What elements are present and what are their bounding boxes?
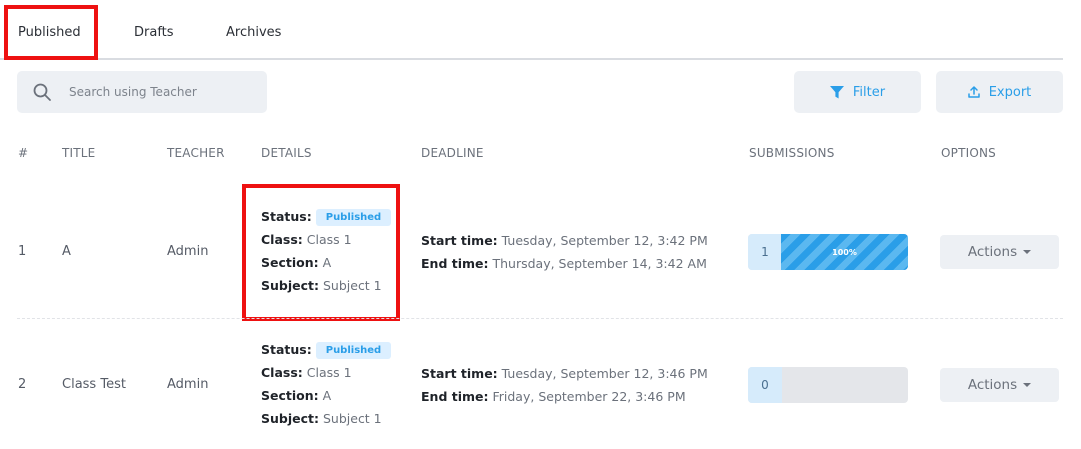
end-label: End time: xyxy=(421,389,489,404)
submissions-count: 1 xyxy=(748,234,782,270)
end-label: End time: xyxy=(421,256,489,271)
row-teacher: Admin xyxy=(167,377,209,392)
row-title: A xyxy=(62,244,71,259)
detail-section: Section: A xyxy=(261,388,331,403)
row-index: 2 xyxy=(18,377,27,392)
column-header-deadline: DEADLINE xyxy=(421,146,484,160)
subject-label: Subject: xyxy=(261,411,319,426)
status-label: Status: xyxy=(261,342,312,357)
filter-icon xyxy=(829,85,844,98)
end-value: Friday, September 22, 3:46 PM xyxy=(492,389,686,404)
column-header-submissions: SUBMISSIONS xyxy=(749,146,835,160)
highlight-box-published-tab xyxy=(4,5,98,60)
row-title: Class Test xyxy=(62,377,126,392)
column-header-teacher: TEACHER xyxy=(167,146,225,160)
end-value: Thursday, September 14, 3:42 AM xyxy=(492,256,707,271)
export-button-label: Export xyxy=(988,84,1032,100)
section-label: Section: xyxy=(261,388,319,403)
export-button[interactable]: Export xyxy=(936,71,1063,113)
column-header-title: TITLE xyxy=(62,146,96,160)
deadline-end: End time: Friday, September 22, 3:46 PM xyxy=(421,389,686,404)
progress-bar-fill: 100% xyxy=(781,234,908,270)
caret-down-icon xyxy=(1023,250,1032,254)
search-icon xyxy=(33,83,51,101)
detail-subject: Subject: Subject 1 xyxy=(261,411,382,426)
tab-bar: Published Drafts Archives xyxy=(0,0,1063,60)
detail-class: Class: Class 1 xyxy=(261,365,352,380)
start-value: Tuesday, September 12, 3:42 PM xyxy=(501,233,708,248)
row-teacher: Admin xyxy=(167,244,209,259)
search-input[interactable] xyxy=(69,79,259,105)
deadline-start: Start time: Tuesday, September 12, 3:42 … xyxy=(421,233,708,248)
start-label: Start time: xyxy=(421,366,498,381)
actions-label: Actions xyxy=(967,377,1018,393)
filter-button-label: Filter xyxy=(852,84,886,100)
actions-dropdown-button[interactable]: Actions xyxy=(940,368,1059,402)
column-header-details: DETAILS xyxy=(261,146,312,160)
search-box[interactable] xyxy=(17,71,267,113)
caret-down-icon xyxy=(1023,383,1032,387)
deadline-start: Start time: Tuesday, September 12, 3:46 … xyxy=(421,366,708,381)
row-divider xyxy=(17,318,1063,319)
highlight-box-details xyxy=(242,184,400,321)
subject-value: Subject 1 xyxy=(322,411,382,426)
deadline-end: End time: Thursday, September 14, 3:42 A… xyxy=(421,256,707,271)
submissions-count: 0 xyxy=(748,367,782,403)
class-label: Class: xyxy=(261,365,303,380)
class-value: Class 1 xyxy=(306,365,352,380)
column-header-index: # xyxy=(18,146,29,160)
actions-label: Actions xyxy=(967,244,1018,260)
section-value: A xyxy=(322,388,332,403)
detail-status: Status: Published xyxy=(261,342,392,359)
column-header-options: OPTIONS xyxy=(941,146,996,160)
submissions-progress: 1 100% xyxy=(748,234,908,270)
actions-dropdown-button[interactable]: Actions xyxy=(940,235,1059,269)
start-label: Start time: xyxy=(421,233,498,248)
submissions-progress: 0 xyxy=(748,367,908,403)
status-badge: Published xyxy=(315,342,392,359)
tab-archives[interactable]: Archives xyxy=(226,25,281,40)
row-index: 1 xyxy=(18,244,27,259)
filter-button[interactable]: Filter xyxy=(794,71,921,113)
start-value: Tuesday, September 12, 3:46 PM xyxy=(501,366,708,381)
upload-icon xyxy=(967,86,980,98)
tab-drafts[interactable]: Drafts xyxy=(134,25,174,40)
